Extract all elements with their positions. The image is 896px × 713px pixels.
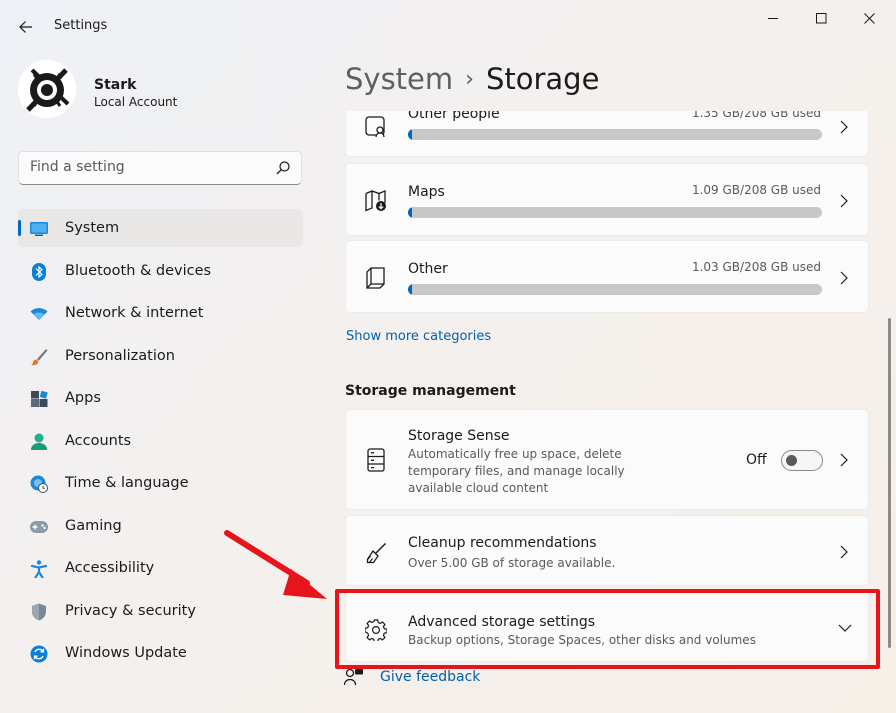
chevron-right-icon[interactable] [838,545,850,559]
account-type: Local Account [94,95,178,109]
usage-bar [408,207,822,218]
user-name: Stark [94,77,137,93]
storage-management-heading: Storage management [345,383,516,399]
storage-drive-icon [364,448,388,472]
category-name: Maps [408,184,445,200]
sidebar-item-label: Time & language [65,475,189,491]
sidebar-item-network[interactable]: Network & internet [18,294,303,332]
sidebar-item-label: Privacy & security [65,602,196,619]
maximize-icon [815,12,826,23]
chevron-right-icon [838,271,850,285]
other-people-icon [364,115,388,139]
breadcrumb-parent[interactable]: System [345,62,453,96]
brush-icon [30,348,48,366]
chevron-right-icon[interactable] [838,453,850,467]
file-icon [364,266,388,290]
sidebar-item-windows-update[interactable]: Windows Update [18,634,303,672]
close-button[interactable] [846,4,892,32]
storage-sense-title: Storage Sense [408,428,510,444]
sidebar-item-label: System [65,220,120,236]
usage-bar-fill [408,284,413,295]
maximize-button[interactable] [798,4,844,32]
category-usage: 1.35 GB/208 GB used [691,111,821,120]
search-box[interactable] [18,151,302,185]
wifi-icon [30,305,48,323]
broom-icon [364,541,388,565]
category-card-other[interactable]: Other 1.03 GB/208 GB used [345,240,869,313]
cleanup-title: Cleanup recommendations [408,535,597,551]
back-button[interactable] [12,13,40,41]
sidebar-item-apps[interactable]: Apps [18,379,303,417]
sidebar-item-label: Accessibility [65,560,155,576]
sidebar-item-label: Windows Update [65,645,187,661]
apps-icon [30,390,48,408]
show-more-categories-link[interactable]: Show more categories [346,329,491,344]
vertical-scrollbar[interactable] [888,318,891,648]
category-usage: 1.09 GB/208 GB used [691,183,821,197]
bluetooth-icon [30,262,48,281]
breadcrumb: System › Storage [345,62,599,96]
sidebar-item-label: Bluetooth & devices [65,262,212,279]
cleanup-recommendations-card[interactable]: Cleanup recommendations Over 5.00 GB of … [345,515,869,586]
sidebar-item-personalization[interactable]: Personalization [18,337,303,375]
app-title: Settings [54,18,108,33]
storage-sense-desc-3: available cloud content [408,481,549,495]
search-input[interactable] [30,159,270,175]
give-feedback-link[interactable]: Give feedback [380,669,480,685]
sidebar-item-time-language[interactable]: Time & language [18,464,303,502]
sidebar-item-label: Personalization [65,347,175,364]
storage-sense-toggle[interactable] [781,450,823,471]
storage-sense-desc-1: Automatically free up space, delete [408,447,622,461]
chevron-right-icon [838,194,850,208]
settings-window: Settings Stark Local Account Find a sett… [0,0,896,713]
sidebar-item-label: Accounts [65,432,132,449]
category-name: Other people [408,111,500,122]
close-icon [863,12,875,24]
map-icon [364,189,388,213]
category-usage: 1.03 GB/208 GB used [691,260,821,274]
title-bar: Settings [0,0,896,52]
category-card-maps[interactable]: Maps 1.09 GB/208 GB used [345,163,869,236]
back-arrow-icon [19,21,32,33]
globe-clock-icon [30,475,48,493]
chevron-right-icon [838,120,850,134]
usage-bar-fill [408,207,413,218]
storage-sense-desc-2: temporary files, and manage locally [408,464,625,478]
page-title: Storage [485,62,600,96]
person-icon [30,433,48,451]
annotation-arrow-icon [224,530,327,599]
avatar[interactable] [18,60,76,118]
storage-sense-toggle-label: Off [746,452,767,468]
feedback-icon [343,668,364,686]
minimize-button[interactable] [750,4,796,32]
usage-bar [408,284,822,295]
usage-bar [408,129,822,140]
category-name: Other [408,261,448,277]
monitor-icon [30,220,48,238]
sidebar-item-bluetooth[interactable]: Bluetooth & devices [18,252,303,290]
gamepad-icon [30,518,48,536]
sidebar-item-label: Network & internet [65,305,204,321]
annotation-highlight-box [335,589,880,669]
sidebar-item-label: Apps [65,390,101,406]
sidebar-item-accounts[interactable]: Accounts [18,422,303,460]
accessibility-icon [30,560,48,578]
cleanup-desc: Over 5.00 GB of storage available. [408,556,616,570]
update-icon [30,645,48,663]
minimize-icon [767,17,778,19]
avatar-logo-icon [18,60,76,118]
category-card-other-people[interactable]: Other people 1.35 GB/208 GB used [345,111,869,157]
sidebar-item-label: Gaming [65,517,122,534]
sidebar-item-system[interactable]: System [18,209,303,247]
search-icon[interactable] [275,160,291,176]
storage-sense-card[interactable]: Storage Sense Automatically free up spac… [345,409,869,510]
usage-bar-fill [408,129,413,140]
shield-icon [30,603,48,621]
breadcrumb-separator: › [465,67,474,92]
toggle-knob [786,455,797,466]
